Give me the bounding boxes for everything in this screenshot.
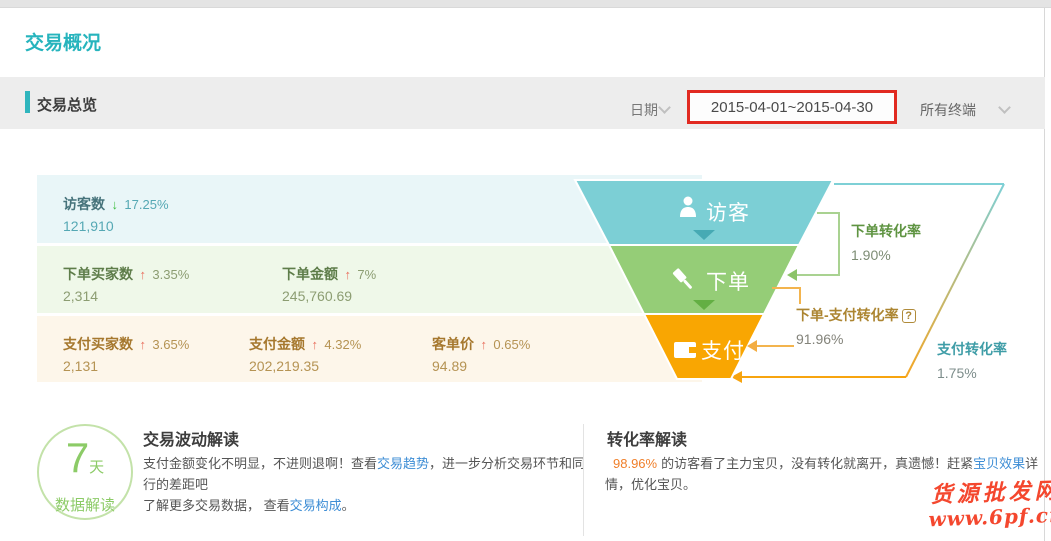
increase-arrow-icon: ↑: [480, 337, 487, 352]
metric-change: 3.35%: [152, 267, 189, 282]
badge-caption: 数据解读: [39, 494, 131, 515]
metric-value: 202,219.35: [249, 358, 361, 374]
increase-arrow-icon: ↑: [139, 267, 146, 282]
avg-price-metric: 客单价 ↑ 0.65% 94.89: [432, 334, 530, 374]
metric-change: 17.25%: [124, 197, 168, 212]
trade-insight-line3: 了解更多交易数据， 查看交易构成。: [143, 495, 355, 516]
conversion-label: 下单-支付转化率?: [796, 305, 916, 325]
badge-days: 7天: [39, 434, 131, 492]
arrow-left-icon: [787, 269, 797, 281]
trade-insight-title: 交易波动解读: [143, 426, 239, 450]
pay-conversion-rate: 支付转化率 1.75%: [937, 339, 1007, 381]
conversion-label-text: 下单-支付转化率: [796, 307, 899, 323]
trade-trend-link[interactable]: 交易趋势: [377, 456, 429, 471]
item-effect-link[interactable]: 宝贝效果: [973, 456, 1025, 471]
conversion-label: 下单转化率: [851, 221, 921, 241]
badge-unit: 天: [89, 459, 104, 476]
conversion-insight-line1: 98.96% 的访客看了主力宝贝，没有转化就离开，真遗憾！赶紧宝贝效果详: [605, 453, 1038, 474]
date-range-picker[interactable]: 2015-04-01~2015-04-30: [687, 90, 897, 124]
order-amount-metric: 下单金额 ↑ 7% 245,760.69: [282, 264, 376, 304]
visitors-metric: 访客数 ↓ 17.25% 121,910: [63, 194, 169, 234]
decrease-arrow-icon: ↓: [111, 197, 118, 212]
text: 支付金额变化不明显，不进则退啊！查看: [143, 456, 377, 471]
trade-insight-line2: 行的差距吧: [143, 474, 208, 495]
metric-value: 245,760.69: [282, 288, 376, 304]
section-title: 交易总览: [37, 94, 97, 115]
metric-change: 0.65%: [493, 337, 530, 352]
metric-value: 121,910: [63, 218, 169, 234]
data-insight-badge: 7天 数据解读: [37, 424, 133, 520]
column-divider: [583, 424, 584, 536]
order-pay-conversion-rate: 下单-支付转化率? 91.96%: [794, 304, 918, 348]
browser-top-strip: [0, 0, 1051, 8]
conversion-value: 91.96%: [796, 331, 916, 347]
metric-label: 客单价: [432, 336, 474, 352]
text: 。: [342, 498, 355, 513]
pay-amount-metric: 支付金额 ↑ 4.32% 202,219.35: [249, 334, 361, 374]
trade-composition-link[interactable]: 交易构成: [290, 498, 342, 513]
badge-number: 7: [66, 434, 89, 481]
increase-arrow-icon: ↑: [311, 337, 318, 352]
section-accent-bar: [25, 91, 30, 113]
metric-label: 支付金额: [249, 336, 305, 352]
metric-value: 94.89: [432, 358, 530, 374]
increase-arrow-icon: ↑: [344, 267, 351, 282]
date-dropdown-label[interactable]: 日期: [630, 100, 658, 120]
pay-wallet-icon: [674, 342, 696, 358]
conversion-insight-line2: 情，优化宝贝。: [605, 474, 696, 495]
watermark-url: www.6pf.cn: [928, 503, 1051, 532]
metric-change: 3.65%: [152, 337, 189, 352]
metric-label: 下单买家数: [63, 266, 133, 282]
bounce-rate-highlight: 98.96%: [613, 456, 657, 471]
help-icon[interactable]: ?: [902, 309, 916, 323]
metric-value: 2,131: [63, 358, 189, 374]
conversion-insight-title: 转化率解读: [607, 426, 687, 450]
pay-buyers-metric: 支付买家数 ↑ 3.65% 2,131: [63, 334, 189, 374]
metric-label: 下单金额: [282, 266, 338, 282]
text: 的访客看了主力宝贝，没有转化就离开，真遗憾！赶紧: [661, 456, 973, 471]
conversion-value: 1.90%: [851, 247, 921, 263]
text: 了解更多交易数据， 查看: [143, 498, 290, 513]
order-buyers-metric: 下单买家数 ↑ 3.35% 2,314: [63, 264, 189, 304]
trade-insight-line1: 支付金额变化不明显，不进则退啊！查看交易趋势，进一步分析交易环节和同: [143, 453, 585, 474]
metric-change: 4.32%: [324, 337, 361, 352]
funnel-stage-label: 支付: [701, 340, 745, 363]
date-range-value: 2015-04-01~2015-04-30: [711, 99, 873, 116]
metric-label: 访客数: [63, 196, 105, 212]
metric-value: 2,314: [63, 288, 189, 304]
conversion-label: 支付转化率: [937, 339, 1007, 359]
metric-change: 7%: [357, 267, 376, 282]
text: ，进一步分析交易环节和同: [429, 456, 585, 471]
metric-label: 支付买家数: [63, 336, 133, 352]
text: 详: [1025, 456, 1038, 471]
terminal-filter-dropdown[interactable]: 所有终端: [920, 100, 976, 120]
funnel-stage-label: 访客: [706, 202, 750, 225]
order-conversion-rate: 下单转化率 1.90%: [851, 221, 921, 263]
funnel-stage-label: 下单: [706, 271, 750, 294]
site-watermark: 货源批发网 www.6pf.cn: [927, 479, 1051, 532]
page-title: 交易概况: [25, 28, 101, 55]
increase-arrow-icon: ↑: [139, 337, 146, 352]
conversion-value: 1.75%: [937, 365, 1007, 381]
